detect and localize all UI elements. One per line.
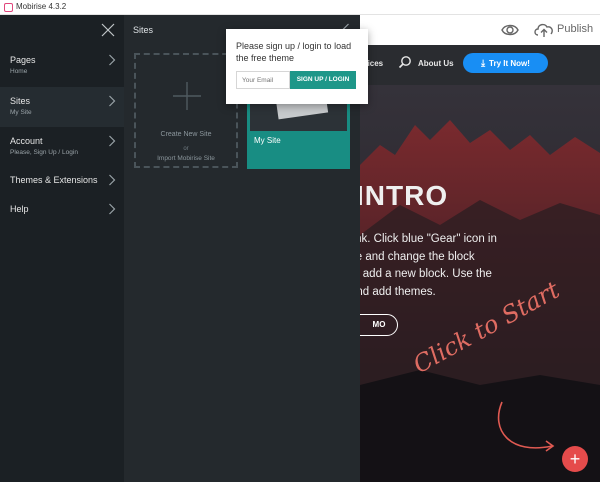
intro-hero: INTRO link. Click blue "Gear" icon in tl…	[360, 85, 600, 482]
eye-icon[interactable]	[501, 22, 519, 38]
sidebar-item-pages[interactable]: Pages Home	[0, 48, 124, 84]
sidebar-item-themes-extensions[interactable]: Themes & Extensions	[0, 170, 124, 194]
curved-arrow-icon	[497, 401, 555, 452]
sidebar-item-sub: Please, Sign Up / Login	[10, 149, 78, 156]
plus-icon	[173, 82, 201, 110]
sidebar-item-sub: Home	[10, 68, 28, 75]
sidebar-item-label: Account	[10, 136, 43, 146]
create-new-site-card[interactable]: Create New Site or Import Mobirise Site	[134, 53, 238, 168]
email-field[interactable]	[236, 71, 290, 89]
create-or-label: or	[183, 146, 189, 152]
window-title: Mobirise 4.3.2	[16, 2, 67, 11]
sidebar-item-help[interactable]: Help	[0, 199, 124, 223]
sites-panel-title: Sites	[133, 25, 154, 35]
chevron-right-icon	[109, 203, 116, 215]
signup-popup: Please sign up / login to load the free …	[226, 29, 368, 104]
mobirise-app-icon	[4, 3, 13, 12]
signup-login-button[interactable]: SIGN UP / LOGIN	[290, 71, 356, 89]
window-titlebar: Mobirise 4.3.2	[0, 0, 600, 15]
hero-line: to add a new block. Use the	[360, 268, 492, 281]
demo-button-label: MO	[372, 320, 386, 329]
try-it-now-button[interactable]: ⤓ Try It Now!	[463, 53, 548, 73]
sidebar-item-sub: My Site	[10, 109, 32, 116]
hero-body: link. Click blue "Gear" icon in tle and …	[360, 231, 600, 301]
site-card-label: My Site	[254, 136, 281, 145]
sidebar-item-label: Pages	[10, 55, 36, 65]
create-new-site-label: Create New Site	[160, 131, 212, 138]
site-preview: rvices About Us ⤓ Try It Now! INTRO link…	[360, 45, 600, 482]
try-it-now-label: Try It Now!	[489, 59, 530, 68]
sidebar-item-sites[interactable]: Sites My Site	[0, 87, 124, 127]
preview-navbar: rvices About Us ⤓ Try It Now!	[360, 45, 600, 85]
close-icon[interactable]	[101, 23, 115, 37]
chevron-right-icon	[109, 174, 116, 186]
publish-button[interactable]: Publish	[557, 23, 593, 35]
sidebar-item-account[interactable]: Account Please, Sign Up / Login	[0, 129, 124, 165]
demo-button[interactable]: MO	[360, 314, 398, 336]
chevron-right-icon	[109, 54, 116, 66]
add-block-button[interactable]: +	[562, 446, 588, 472]
import-site-link[interactable]: Import Mobirise Site	[136, 155, 236, 162]
hero-title: INTRO	[360, 180, 449, 211]
chevron-right-icon	[109, 95, 116, 107]
sidebar-item-label: Themes & Extensions	[10, 175, 98, 185]
hero-line: tle and change the block	[360, 250, 475, 263]
sidebar-item-label: Help	[10, 204, 29, 214]
cloud-upload-icon[interactable]	[533, 21, 555, 39]
download-icon: ⤓	[481, 58, 486, 68]
chevron-right-icon	[109, 135, 116, 147]
hero-line: link. Click blue "Gear" icon in	[360, 233, 497, 245]
top-toolbar: Publish	[360, 15, 600, 45]
search-icon	[398, 56, 411, 69]
nav-link-about-us[interactable]: About Us	[418, 59, 454, 68]
sidebar-item-label: Sites	[10, 96, 31, 106]
side-menu: Pages Home Sites My Site Account Please,…	[0, 15, 124, 482]
popup-message: Please sign up / login to load the free …	[236, 41, 352, 63]
